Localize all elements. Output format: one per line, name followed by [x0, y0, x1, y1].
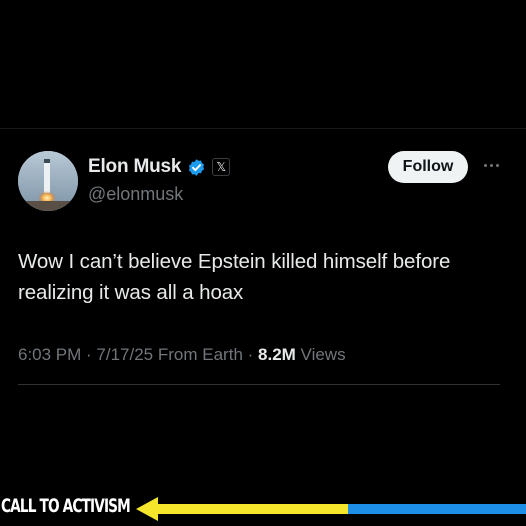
tweet-time[interactable]: 6:03 PM [18, 345, 81, 364]
author-name-row: Elon Musk 𝕏 [88, 155, 231, 179]
rocket-launch-avatar-icon [18, 151, 78, 211]
call-to-activism-banner: CALL TO ACTIVISM [0, 490, 526, 526]
author-handle[interactable]: @elonmusk [88, 184, 183, 205]
tweet-date[interactable]: 7/17/25 [96, 345, 153, 364]
arrow-blue-segment [348, 504, 526, 514]
views-label: Views [295, 345, 346, 364]
tweet-source: From Earth [153, 345, 243, 364]
arrow-yellow-segment [136, 497, 348, 521]
meta-separator: · [242, 345, 259, 364]
avatar[interactable] [18, 151, 78, 211]
meta-separator: · [81, 345, 97, 364]
views-count[interactable]: 8.2M [258, 345, 296, 364]
verified-badge-icon [187, 158, 206, 177]
left-arrow-icon [136, 497, 526, 521]
follow-button[interactable]: Follow [388, 151, 468, 183]
more-options-icon[interactable] [480, 157, 502, 173]
bottom-divider [18, 384, 500, 385]
tweet-meta: 6:03 PM · 7/17/25 From Earth · 8.2M View… [18, 345, 346, 365]
tweet-text: Wow I can’t believe Epstein killed himse… [18, 250, 451, 304]
tweet-card[interactable]: Elon Musk 𝕏 @elonmusk Follow Wow I can’t… [0, 129, 526, 409]
x-affiliation-badge-icon[interactable]: 𝕏 [212, 158, 231, 176]
call-to-activism-label: CALL TO ACTIVISM [1, 495, 131, 517]
author-display-name[interactable]: Elon Musk [88, 156, 181, 178]
